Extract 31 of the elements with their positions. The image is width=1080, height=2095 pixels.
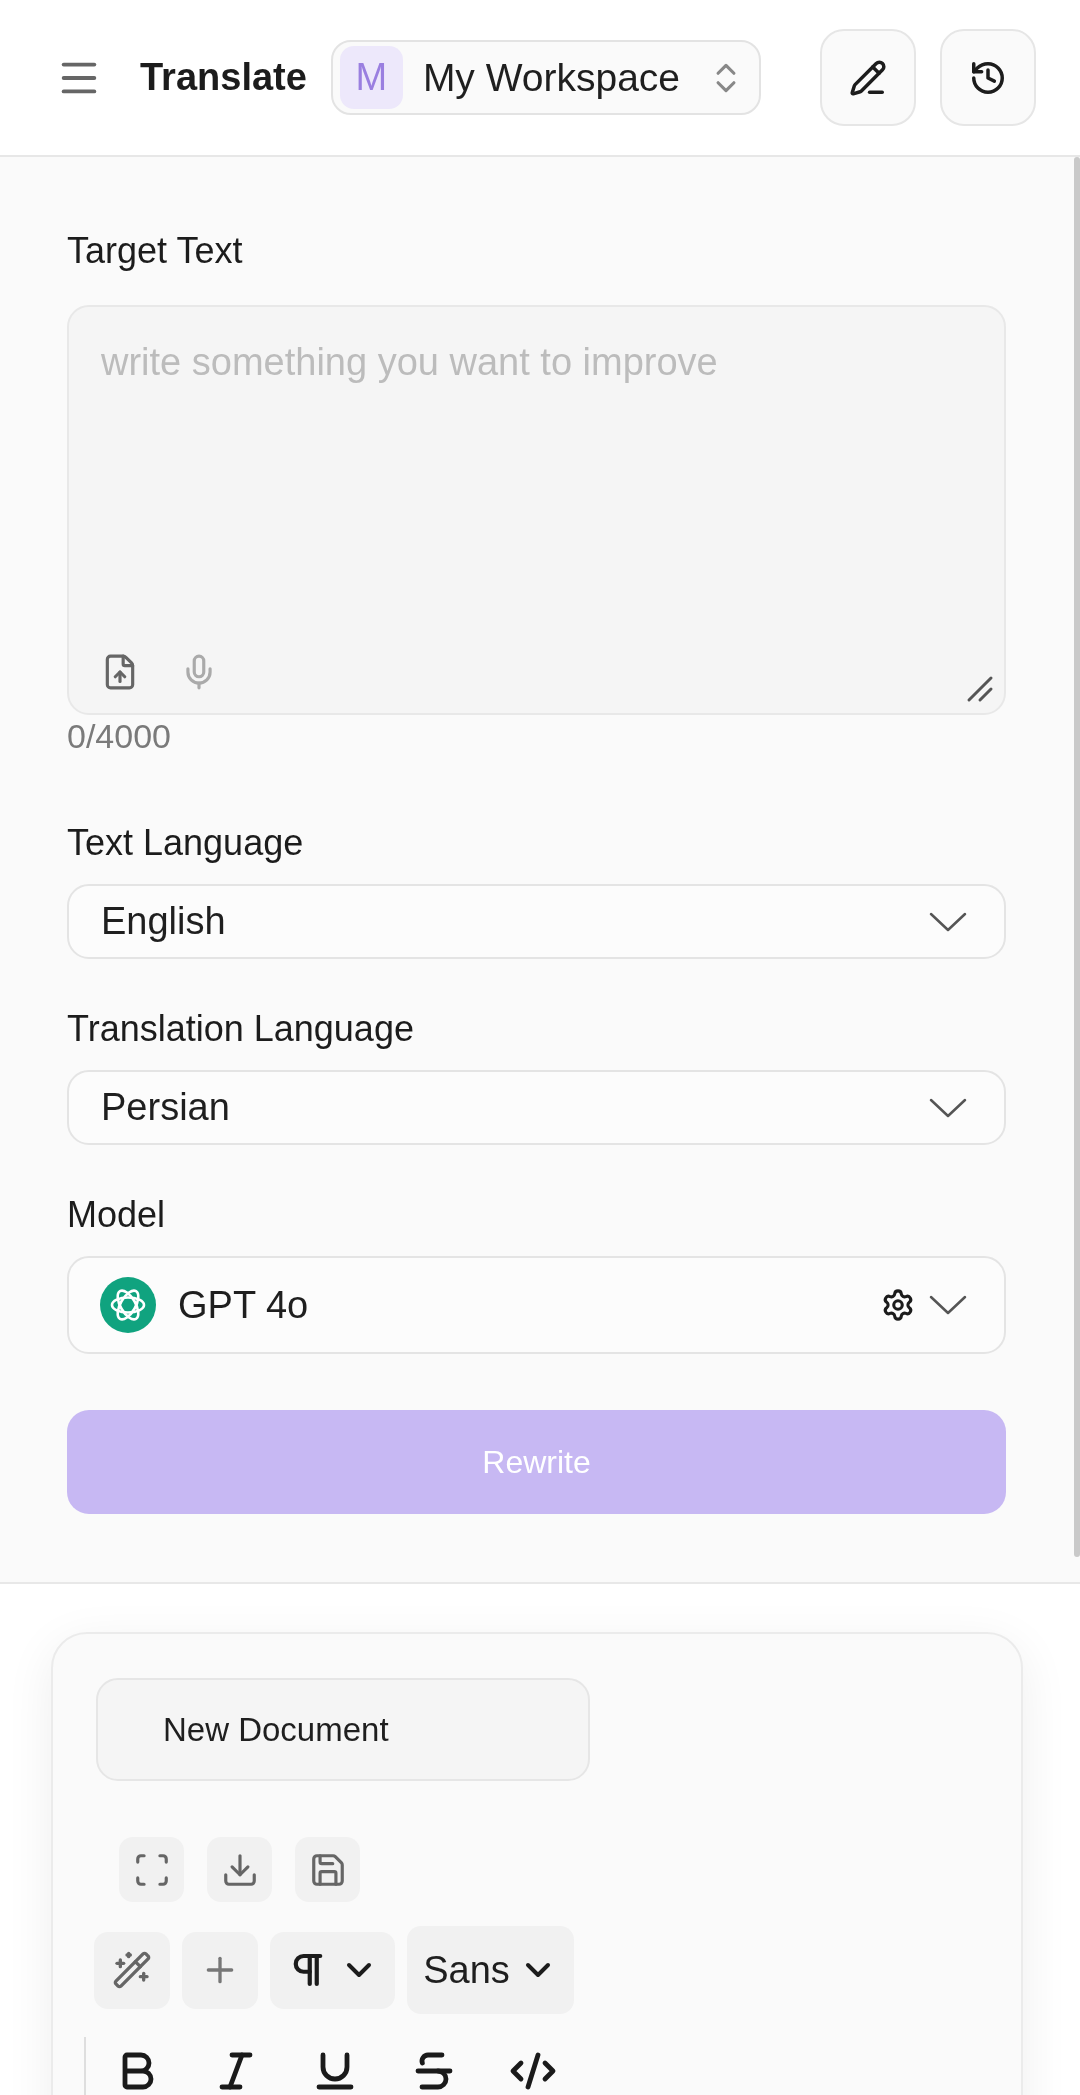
workspace-avatar: M — [339, 46, 403, 109]
field-label: Model — [67, 1193, 166, 1236]
magic-wand-button[interactable] — [94, 1931, 170, 2009]
document-title-field[interactable]: New Document — [96, 1678, 590, 1781]
settings-icon[interactable] — [881, 1288, 915, 1322]
magic-wand-icon — [112, 1950, 152, 1990]
edit-button[interactable] — [820, 29, 916, 126]
scrollbar-thumb[interactable] — [1074, 157, 1080, 1557]
fullscreen-button[interactable] — [119, 1837, 184, 1902]
chevron-down-icon — [929, 1097, 967, 1118]
model-logo-icon — [100, 1277, 156, 1333]
target-text-field[interactable]: write something you want to improve — [67, 305, 1006, 715]
paragraph-dropdown[interactable] — [270, 1931, 395, 2009]
language-select[interactable]: English — [67, 884, 1006, 959]
field-label: Translation Language — [67, 1007, 414, 1050]
chevron-down-icon — [929, 1295, 967, 1315]
save-button[interactable] — [295, 1837, 360, 1902]
chevron-down-icon — [929, 911, 967, 932]
character-counter: 0/4000 — [67, 716, 171, 756]
pencil-icon — [849, 58, 887, 97]
add-button[interactable] — [182, 1931, 258, 2009]
language-select[interactable]: Persian — [67, 1070, 1006, 1145]
workspace-selector[interactable]: M My Workspace — [330, 40, 761, 115]
page-title: Translate — [140, 56, 307, 99]
model-select[interactable]: GPT 4o — [67, 1256, 1006, 1354]
field-label: Target Text — [67, 229, 243, 272]
history-button[interactable] — [940, 29, 1036, 126]
field-label: Text Language — [67, 821, 304, 864]
download-button[interactable] — [207, 1837, 272, 1902]
font-family-dropdown[interactable]: Sans — [407, 1926, 574, 2014]
resize-handle-icon[interactable] — [966, 675, 994, 703]
